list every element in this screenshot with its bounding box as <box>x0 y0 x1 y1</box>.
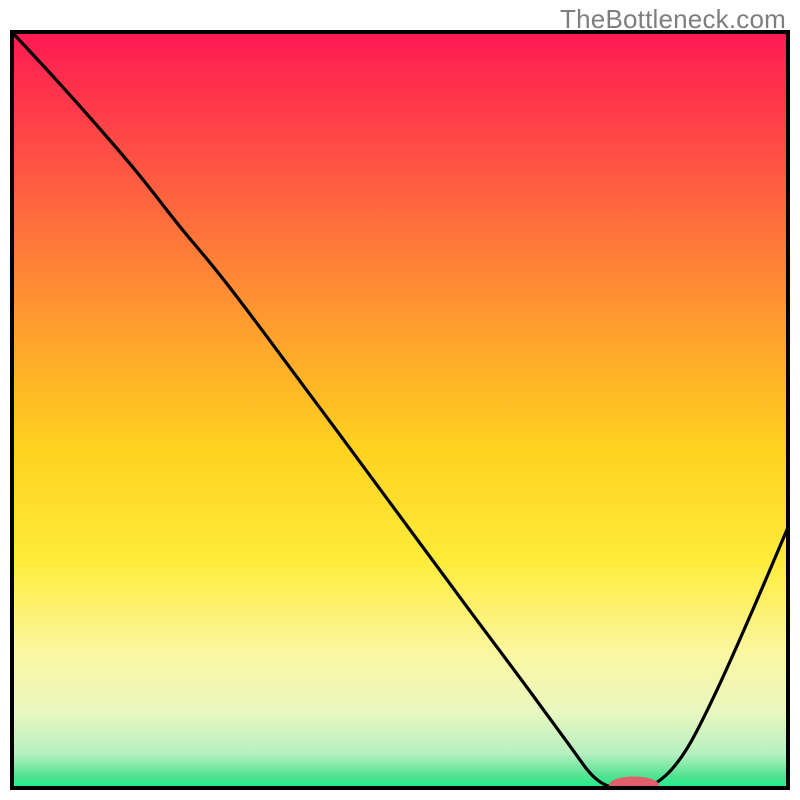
chart-svg <box>10 30 790 790</box>
chart-background-gradient <box>12 32 788 788</box>
page-root: TheBottleneck.com <box>0 0 800 800</box>
bottleneck-chart <box>10 30 790 790</box>
